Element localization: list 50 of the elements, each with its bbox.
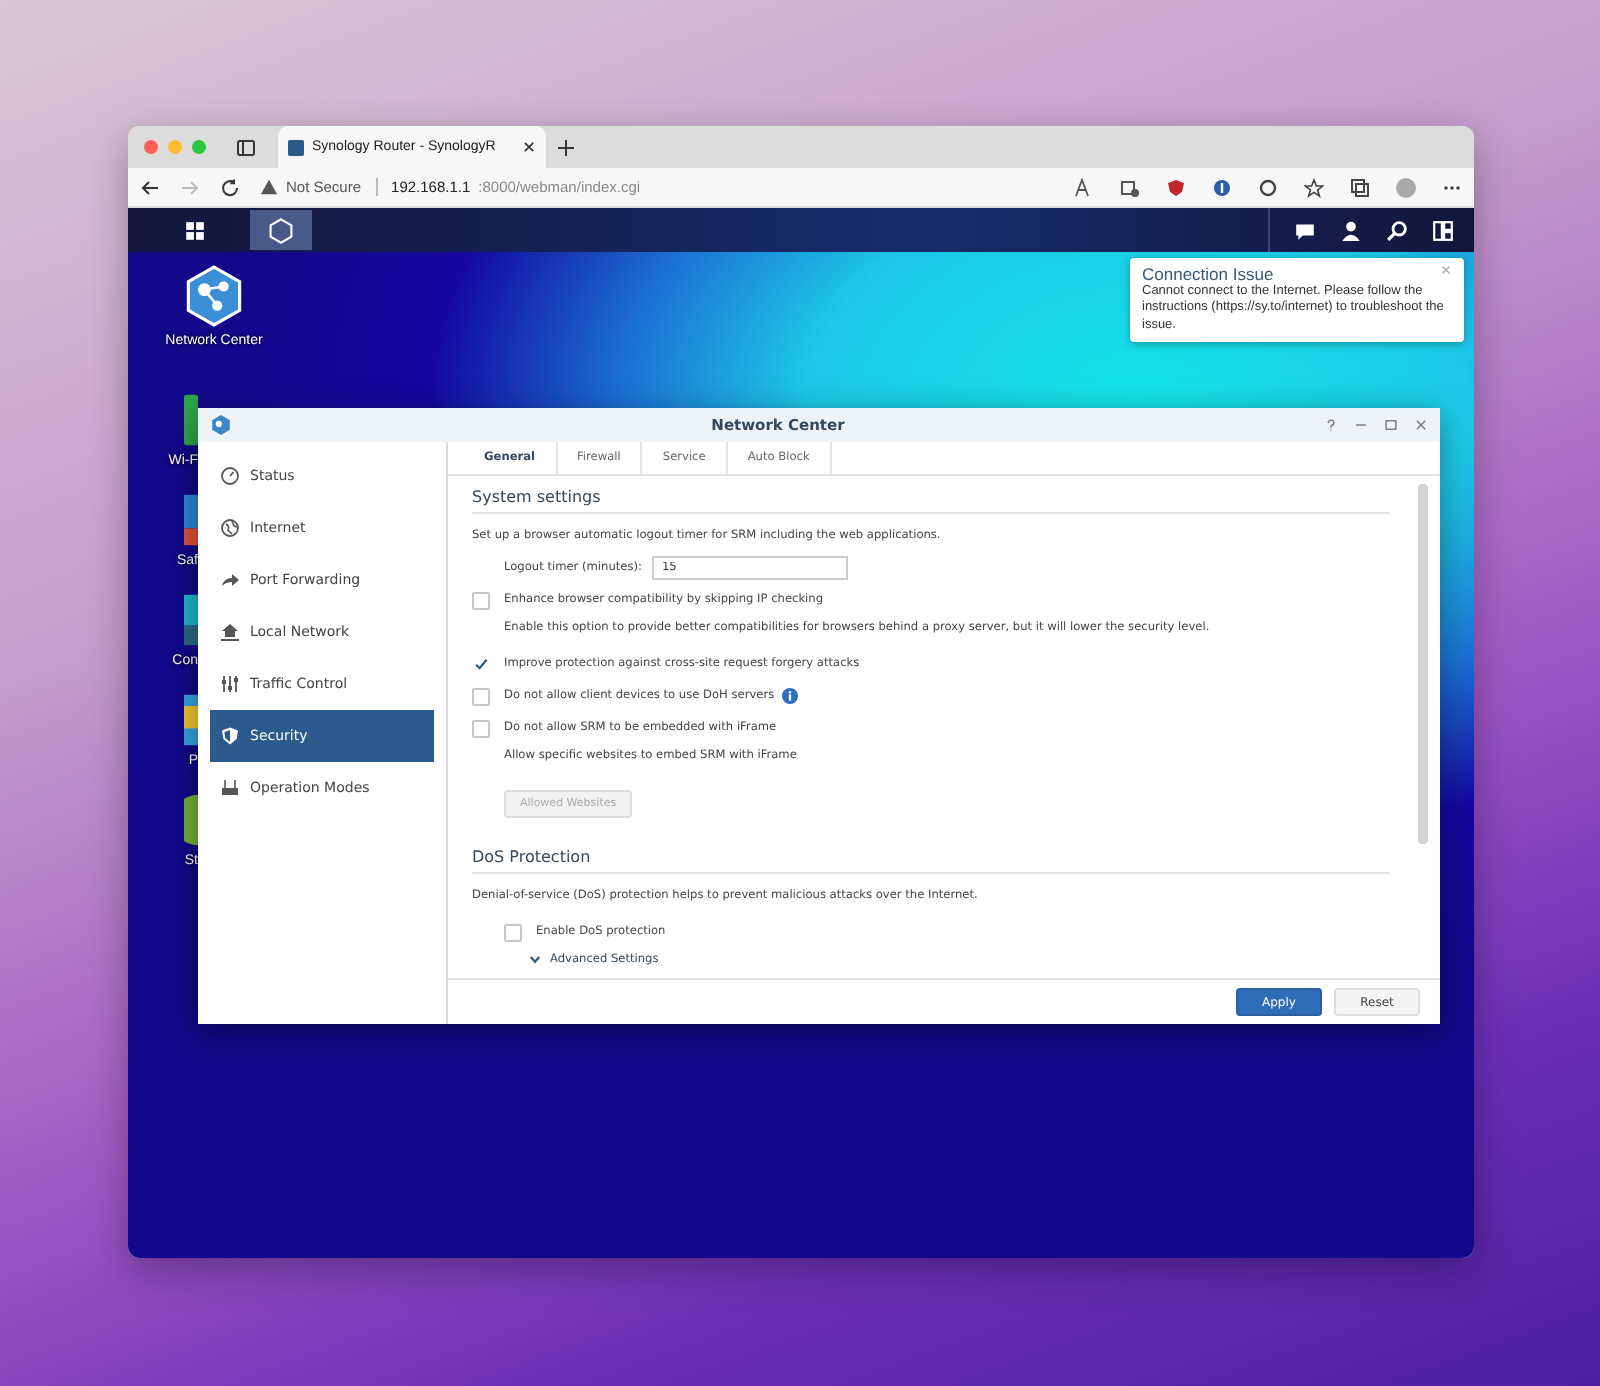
- house-icon: [220, 622, 240, 642]
- extension-icon[interactable]: [1120, 177, 1140, 197]
- help-icon[interactable]: [1324, 418, 1338, 432]
- minimize-dot-icon[interactable]: [168, 140, 182, 154]
- app-logo-icon: [210, 414, 232, 436]
- close-icon[interactable]: [522, 140, 536, 154]
- read-aloud-icon[interactable]: [1074, 177, 1094, 197]
- back-icon[interactable]: [140, 177, 160, 197]
- checkbox[interactable]: [504, 923, 522, 941]
- warning-icon: [260, 178, 278, 196]
- network-hexagon-icon: [182, 264, 246, 328]
- favorites-icon[interactable]: [1304, 177, 1324, 197]
- notification-title: Connection Issue: [1142, 264, 1274, 284]
- reload-icon[interactable]: [220, 177, 240, 197]
- app-tile-icon: [184, 592, 198, 648]
- checkbox[interactable]: [472, 687, 490, 705]
- section-heading: System settings: [472, 476, 1390, 514]
- checkbox[interactable]: [472, 591, 490, 609]
- section-heading: DoS Protection: [472, 836, 1390, 874]
- round-app-icon: [184, 792, 198, 848]
- new-tab-icon[interactable]: [556, 137, 576, 157]
- shield-icon: [220, 726, 240, 746]
- close-dot-icon[interactable]: [144, 140, 158, 154]
- chat-icon[interactable]: [1294, 219, 1316, 241]
- checkbox[interactable]: [472, 655, 490, 673]
- search-icon[interactable]: [1386, 219, 1408, 241]
- checkmark-icon: [474, 654, 488, 674]
- router-icon: [220, 778, 240, 798]
- folder-tile-icon: [184, 692, 198, 748]
- shield-icon[interactable]: [1166, 177, 1186, 197]
- sidebar-icon[interactable]: [236, 137, 256, 157]
- app-tile-icon: [184, 492, 198, 548]
- ring-icon[interactable]: [1258, 177, 1278, 197]
- site-favicon-icon: [288, 139, 304, 155]
- zoom-dot-icon[interactable]: [192, 140, 206, 154]
- arrow-icon: [220, 570, 240, 590]
- sliders-icon: [220, 674, 240, 694]
- collections-icon[interactable]: [1350, 177, 1370, 197]
- user-icon[interactable]: [1340, 219, 1362, 241]
- globe-icon: [220, 518, 240, 538]
- main-menu-icon[interactable]: [184, 219, 206, 241]
- password-icon[interactable]: [1212, 177, 1232, 197]
- app-tile-icon: [184, 392, 198, 448]
- widgets-icon[interactable]: [1432, 219, 1454, 241]
- checkbox[interactable]: [472, 719, 490, 737]
- gauge-icon: [220, 466, 240, 486]
- hexagon-icon: [268, 217, 294, 243]
- maximize-icon[interactable]: [1384, 418, 1398, 432]
- chevron-icon: [528, 952, 542, 966]
- taskbar-app-button[interactable]: [250, 210, 312, 250]
